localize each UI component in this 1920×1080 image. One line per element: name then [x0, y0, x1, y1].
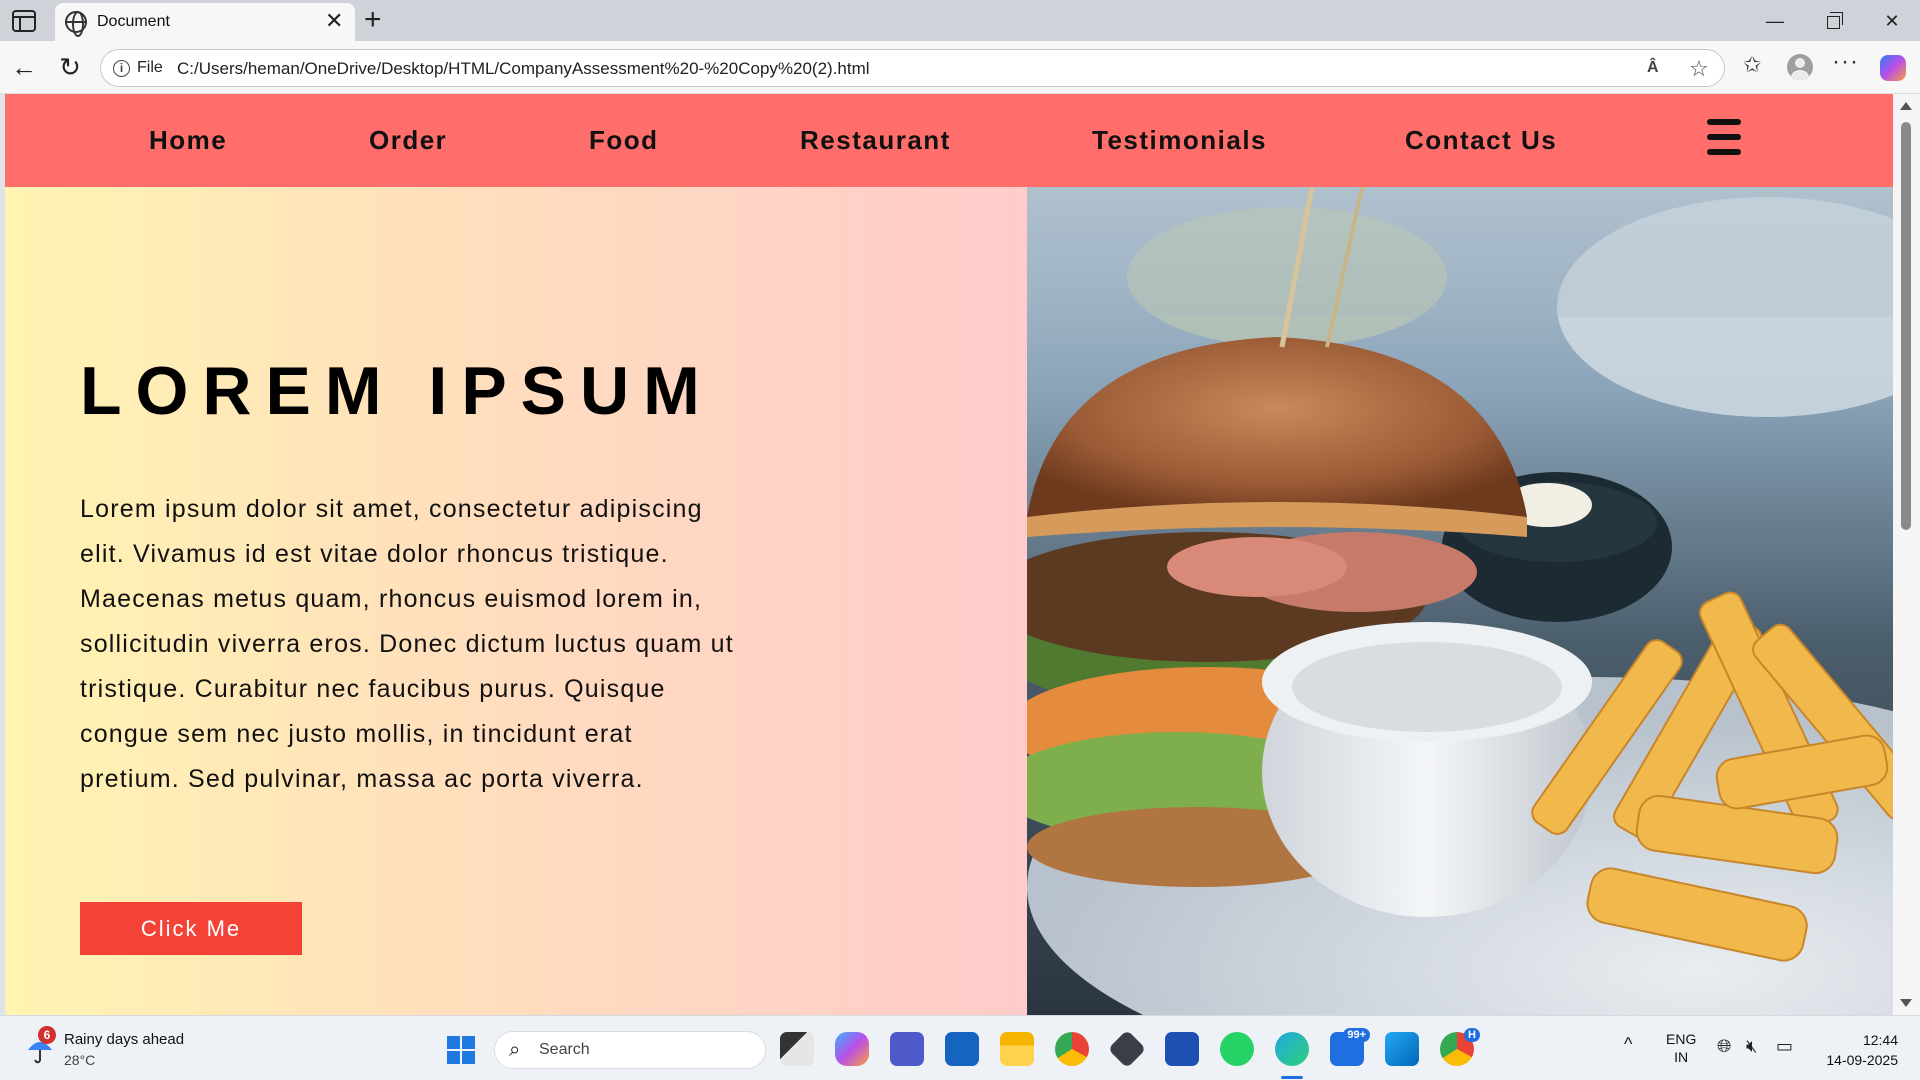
hamburger-menu-icon[interactable] — [1707, 119, 1741, 157]
scroll-down-arrow-icon[interactable] — [1900, 999, 1912, 1007]
chrome-profile-badge: H — [1464, 1028, 1480, 1042]
volume-muted-icon[interactable]: 🔇︎ — [1746, 1036, 1757, 1057]
hero-text-panel: LOREM IPSUM Lorem ipsum dolor sit amet, … — [5, 187, 1027, 1015]
whatsapp-icon[interactable] — [1220, 1032, 1254, 1066]
nav-link-restaurant[interactable]: Restaurant — [800, 125, 951, 156]
page-scrollbar[interactable] — [1893, 94, 1920, 1015]
browser-tab-strip: Document ✕ + — ✕ — [0, 0, 1920, 41]
info-icon[interactable]: i — [113, 60, 130, 77]
file-label: File — [137, 59, 163, 76]
scroll-up-arrow-icon[interactable] — [1900, 102, 1912, 110]
back-icon[interactable]: ← — [10, 53, 38, 81]
address-bar[interactable]: i File C:/Users/heman/OneDrive/Desktop/H… — [100, 49, 1725, 87]
url-text[interactable]: C:/Users/heman/OneDrive/Desktop/HTML/Com… — [177, 59, 870, 79]
edge-icon[interactable] — [1275, 1032, 1309, 1066]
clock-date: 14-09-2025 — [1826, 1052, 1898, 1068]
weather-temp: 28°C — [64, 1052, 96, 1068]
windows-taskbar: 6 Rainy days ahead 28°C ⌕ Search 99+ H ^… — [0, 1015, 1920, 1080]
microsoft-store-icon[interactable] — [1165, 1032, 1199, 1066]
clock[interactable]: 12:44 14-09-2025 — [1818, 1030, 1898, 1070]
restore-button[interactable] — [1813, 6, 1853, 36]
browser-tab[interactable]: Document ✕ — [55, 3, 355, 41]
unity-hub-icon[interactable] — [1107, 1029, 1147, 1069]
copilot-icon[interactable] — [1880, 55, 1906, 81]
hero-title: LOREM IPSUM — [80, 353, 714, 429]
globe-icon — [65, 11, 87, 37]
search-icon: ⌕ — [509, 1039, 521, 1061]
click-me-button[interactable]: Click Me — [80, 902, 302, 955]
chrome-icon[interactable] — [1055, 1032, 1089, 1066]
search-placeholder: Search — [539, 1041, 590, 1058]
outlook-icon[interactable]: 99+ — [1330, 1028, 1370, 1066]
page-viewport: Home Order Food Restaurant Testimonials … — [5, 94, 1895, 1015]
reload-icon[interactable]: ↻ — [56, 53, 84, 81]
tab-close-icon[interactable]: ✕ — [325, 9, 343, 33]
nav-link-contact-us[interactable]: Contact Us — [1405, 125, 1557, 156]
taskbar-search[interactable]: ⌕ Search — [494, 1031, 766, 1069]
file-explorer-icon[interactable] — [1000, 1032, 1034, 1066]
task-view-icon[interactable] — [780, 1032, 814, 1066]
clock-time: 12:44 — [1862, 1032, 1898, 1048]
outlook-badge: 99+ — [1343, 1028, 1370, 1042]
chrome-profile-icon[interactable]: H — [1440, 1028, 1480, 1066]
burger-illustration — [1027, 187, 1895, 1015]
hero-paragraph: Lorem ipsum dolor sit amet, consectetur … — [80, 495, 734, 793]
nav-link-food[interactable]: Food — [589, 125, 659, 156]
lang-line-2: IN — [1674, 1049, 1689, 1065]
more-options-icon[interactable]: ··· — [1832, 48, 1859, 76]
close-window-button[interactable]: ✕ — [1872, 6, 1912, 36]
copilot-app-icon[interactable] — [835, 1032, 869, 1066]
weather-title[interactable]: Rainy days ahead — [64, 1031, 184, 1048]
profile-avatar[interactable] — [1787, 54, 1813, 80]
new-tab-icon[interactable]: + — [364, 4, 382, 36]
weather-badge: 6 — [38, 1026, 56, 1044]
network-globe-icon[interactable]: 🌐︎ — [1717, 1036, 1731, 1057]
windows-start-icon[interactable] — [447, 1036, 475, 1064]
show-hidden-icons-icon[interactable]: ^ — [1624, 1034, 1632, 1055]
tab-actions-icon[interactable] — [12, 10, 36, 32]
favorites-icon[interactable]: ✩ — [1743, 52, 1761, 78]
read-aloud-icon[interactable]: Â — [1647, 59, 1659, 77]
nav-link-testimonials[interactable]: Testimonials — [1092, 125, 1267, 156]
favorite-star-icon[interactable]: ☆ — [1689, 56, 1709, 82]
vscode-icon[interactable] — [1385, 1032, 1419, 1066]
minimize-button[interactable]: — — [1755, 6, 1795, 36]
language-indicator[interactable]: ENG IN — [1666, 1030, 1696, 1066]
edge-active-indicator — [1281, 1076, 1303, 1079]
tab-title: Document — [97, 13, 170, 30]
address-bar-row: ← ↻ i File C:/Users/heman/OneDrive/Deskt… — [0, 41, 1920, 94]
nav-link-home[interactable]: Home — [149, 125, 227, 156]
site-navbar: Home Order Food Restaurant Testimonials … — [5, 94, 1895, 187]
lang-line-1: ENG — [1666, 1031, 1697, 1047]
battery-icon[interactable]: ▭ — [1776, 1036, 1793, 1057]
whiteboard-icon[interactable] — [945, 1032, 979, 1066]
hero-section: LOREM IPSUM Lorem ipsum dolor sit amet, … — [5, 187, 1895, 1015]
burger-photo — [1027, 187, 1895, 1015]
teams-icon[interactable] — [890, 1032, 924, 1066]
nav-link-order[interactable]: Order — [369, 125, 447, 156]
scrollbar-thumb[interactable] — [1901, 122, 1911, 530]
